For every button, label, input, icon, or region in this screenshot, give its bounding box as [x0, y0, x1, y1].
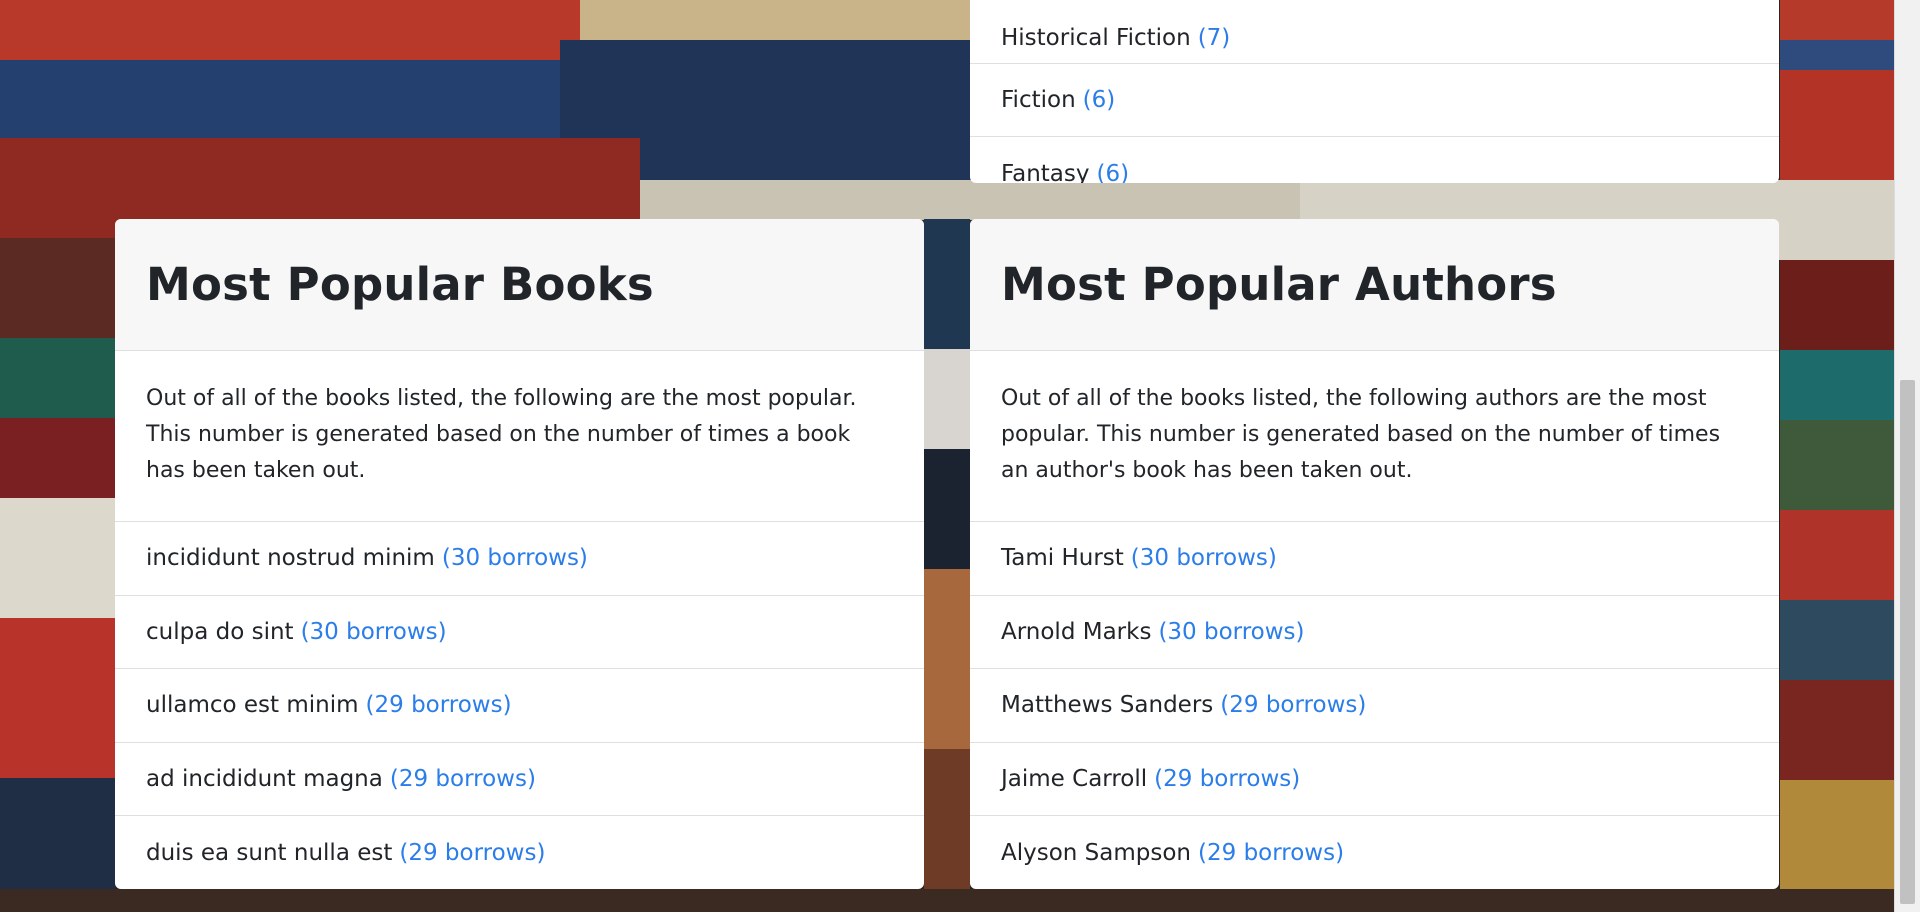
genres-list: Historical Fiction (7) Fiction (6) Fanta… — [970, 0, 1779, 183]
list-item[interactable]: incididunt nostrud minim (30 borrows) — [115, 522, 924, 596]
genre-count: (7) — [1197, 24, 1231, 51]
borrow-count: (29 borrows) — [389, 765, 536, 792]
list-item[interactable]: Fantasy (6) — [970, 137, 1779, 183]
card-header: Most Popular Books — [115, 219, 924, 351]
book-title: ullamco est minim — [146, 692, 359, 719]
author-name: Alyson Sampson — [1001, 839, 1192, 866]
list-item[interactable]: Jaime Carroll (29 borrows) — [970, 743, 1779, 816]
card-title: Most Popular Authors — [1001, 258, 1557, 311]
list-item[interactable]: Arnold Marks (30 borrows) — [970, 596, 1779, 669]
popular-authors-list: Tami Hurst (30 borrows) Arnold Marks (30… — [970, 522, 1779, 889]
genre-name: Historical Fiction — [1001, 24, 1191, 51]
list-item[interactable]: Matthews Sanders (29 borrows) — [970, 669, 1779, 743]
genre-count: (6) — [1082, 86, 1116, 113]
borrow-count: (29 borrows) — [365, 692, 512, 719]
borrow-count: (29 borrows) — [1220, 692, 1367, 719]
list-item[interactable]: Historical Fiction (7) — [970, 0, 1779, 64]
list-item[interactable]: ullamco est minim (29 borrows) — [115, 669, 924, 743]
list-item[interactable]: Fiction (6) — [970, 64, 1779, 137]
author-name: Matthews Sanders — [1001, 692, 1214, 719]
popular-books-list: incididunt nostrud minim (30 borrows) cu… — [115, 522, 924, 889]
popular-authors-card: Most Popular Authors Out of all of the b… — [970, 219, 1779, 889]
book-title: ad incididunt magna — [146, 765, 383, 792]
card-description: Out of all of the books listed, the foll… — [970, 351, 1779, 522]
list-item[interactable]: Tami Hurst (30 borrows) — [970, 522, 1779, 596]
list-item[interactable]: culpa do sint (30 borrows) — [115, 596, 924, 669]
author-name: Arnold Marks — [1001, 618, 1152, 645]
genre-name: Fantasy — [1001, 160, 1090, 183]
borrow-count: (29 borrows) — [1198, 839, 1345, 866]
list-item[interactable]: ad incididunt magna (29 borrows) — [115, 743, 924, 816]
card-title: Most Popular Books — [146, 258, 654, 311]
popular-books-card: Most Popular Books Out of all of the boo… — [115, 219, 924, 889]
scrollbar-thumb[interactable] — [1900, 380, 1915, 904]
card-header: Most Popular Authors — [970, 219, 1779, 351]
borrow-count: (30 borrows) — [300, 618, 447, 645]
author-name: Tami Hurst — [1001, 545, 1124, 572]
borrow-count: (30 borrows) — [1158, 618, 1305, 645]
author-name: Jaime Carroll — [1001, 765, 1148, 792]
book-title: incididunt nostrud minim — [146, 545, 435, 572]
genre-name: Fiction — [1001, 86, 1076, 113]
borrow-count: (30 borrows) — [1130, 545, 1277, 572]
borrow-count: (29 borrows) — [1154, 765, 1301, 792]
borrow-count: (29 borrows) — [399, 839, 546, 866]
vertical-scrollbar[interactable] — [1894, 0, 1920, 912]
borrow-count: (30 borrows) — [441, 545, 588, 572]
genre-count: (6) — [1096, 160, 1130, 183]
book-title: duis ea sunt nulla est — [146, 839, 393, 866]
genres-card: Historical Fiction (7) Fiction (6) Fanta… — [970, 0, 1779, 183]
book-title: culpa do sint — [146, 618, 294, 645]
card-description: Out of all of the books listed, the foll… — [115, 351, 924, 522]
list-item[interactable]: Alyson Sampson (29 borrows) — [970, 816, 1779, 889]
list-item[interactable]: duis ea sunt nulla est (29 borrows) — [115, 816, 924, 889]
